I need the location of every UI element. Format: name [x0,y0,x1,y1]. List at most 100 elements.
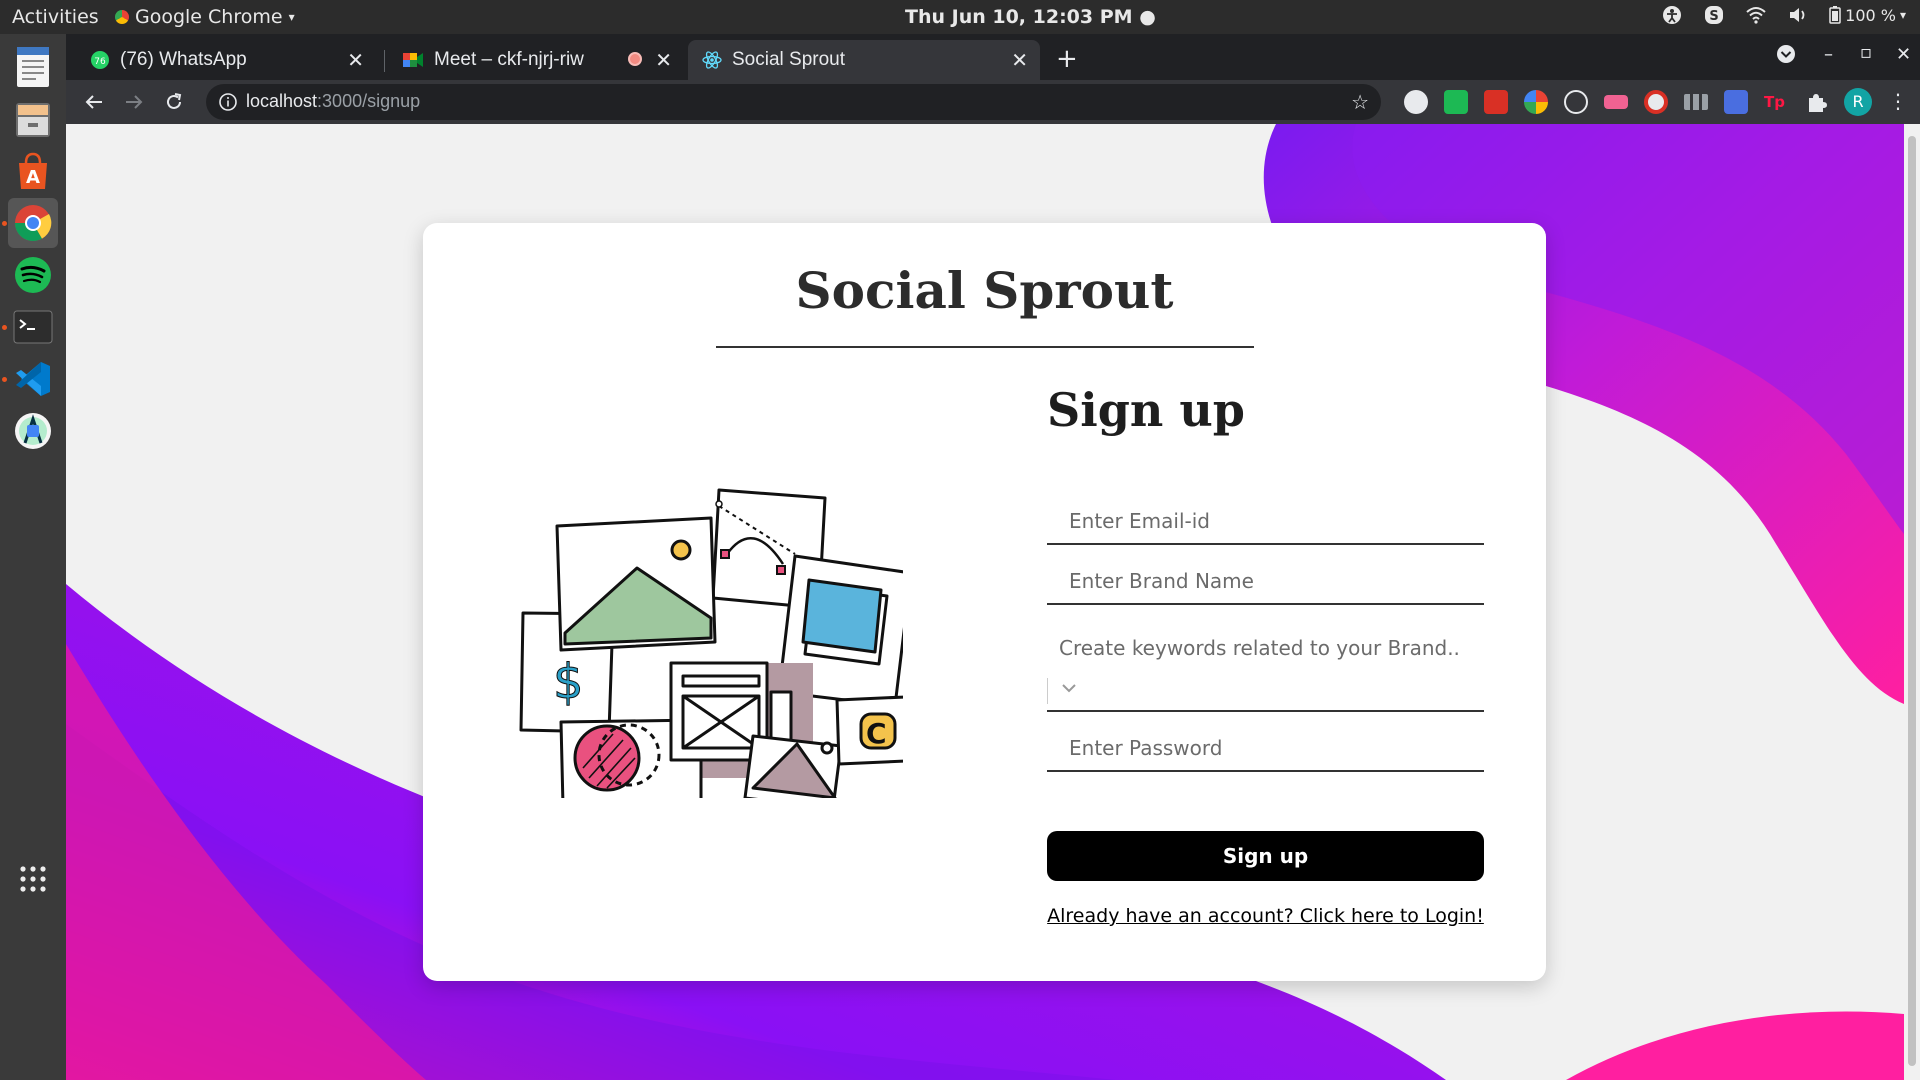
svg-text:76: 76 [94,57,106,67]
page-viewport: Social Sprout $ C Sign up Enter Email-id… [66,124,1904,1080]
reload-icon [167,93,182,109]
svg-text:$: $ [553,654,584,710]
close-window-button[interactable]: ✕ [1896,44,1911,65]
page-scrollbar[interactable] [1904,124,1920,1080]
file-cabinet-icon [16,103,50,137]
shopping-bag-icon: A [19,152,47,189]
vscode-launcher[interactable] [8,354,58,404]
color-picker-icon[interactable] [1524,90,1548,114]
battery-icon [1829,6,1841,24]
caret-down-icon: ▾ [1899,8,1906,22]
google-meet-icon [403,53,423,67]
url-text: localhost:3000/signup [246,91,420,112]
title-divider [716,346,1254,348]
tab-title: (76) WhatsApp [120,49,247,70]
whatsapp-icon: 76 [91,51,109,69]
text-editor-launcher[interactable] [8,42,58,92]
address-bar[interactable]: localhost:3000/signup ☆ [206,84,1381,120]
gallery-extension-icon[interactable] [1484,90,1508,114]
tab-search-button[interactable] [1776,44,1796,69]
tab-separator [384,50,385,72]
activities-button[interactable]: Activities [12,6,99,28]
close-icon[interactable]: ✕ [1011,48,1028,73]
tab-title: Social Sprout [732,49,846,70]
app-menu[interactable]: Google Chrome ▾ [115,6,295,28]
recording-icon [628,52,642,66]
signup-card: Social Sprout $ C Sign up Enter Email-id… [423,223,1546,981]
clock[interactable]: Thu Jun 10, 12:03 PM ● [905,6,1156,28]
caret-down-icon: ▾ [288,10,295,24]
system-tray[interactable]: S 100 % ▾ [1661,4,1906,26]
app-menu-label: Google Chrome [135,6,283,28]
reload-button[interactable] [160,88,188,116]
scrollbar-thumb[interactable] [1908,136,1916,1066]
chrome-icon [14,205,52,242]
puzzle-icon[interactable] [1804,90,1828,114]
arrow-right-icon [126,95,143,109]
password-field[interactable] [1047,726,1484,772]
browser-toolbar: localhost:3000/signup ☆ Tp R ⋮ [66,80,1920,125]
tab-social-sprout[interactable]: Social Sprout ✕ [688,40,1040,80]
android-studio-icon [15,413,51,449]
battery-indicator[interactable]: 100 % ▾ [1829,6,1906,25]
select-separator [1047,678,1048,704]
spotify-launcher[interactable] [8,250,58,300]
software-center-launcher[interactable]: A [8,146,58,196]
camera-extension-icon[interactable] [1604,95,1628,109]
chrome-launcher[interactable] [8,198,58,248]
running-indicator [2,221,7,226]
extension-circle-icon[interactable] [1404,90,1428,114]
social-media-collage-illustration: $ C [519,488,903,798]
signup-button[interactable]: Sign up [1047,831,1484,881]
spotify-icon [15,257,51,293]
close-icon[interactable]: ✕ [347,48,364,73]
tab-title: Meet – ckf-njrj-riw [434,49,584,70]
react-icon [702,51,722,69]
target-icon[interactable] [1564,90,1588,114]
maximize-button[interactable]: ▫ [1860,42,1872,63]
info-icon[interactable] [218,92,238,112]
accessibility-icon[interactable] [1661,4,1683,26]
brand-name-field[interactable] [1047,559,1484,605]
email-field[interactable] [1047,499,1484,545]
keywords-select[interactable] [1047,670,1484,712]
chart-extension-icon[interactable] [1684,94,1708,110]
keywords-label: Create keywords related to your Brand.. [1059,636,1460,660]
vscode-icon [16,362,50,396]
profile-avatar[interactable]: R [1844,88,1872,116]
tab-strip: 76 (76) WhatsApp ✕ Meet – ckf-njrj-riw ✕… [66,34,1920,80]
clock-text: Thu Jun 10, 12:03 PM [905,6,1133,28]
more-menu-icon[interactable]: ⋮ [1886,90,1910,114]
svg-text:A: A [26,167,40,188]
screenshot-extension-icon[interactable] [1724,90,1748,114]
url-path: :3000/signup [317,91,421,111]
tab-whatsapp[interactable]: 76 (76) WhatsApp ✕ [76,40,376,80]
files-launcher[interactable] [8,94,58,144]
new-tab-button[interactable]: + [1056,46,1078,72]
terminal-icon [13,310,53,344]
login-link[interactable]: Already have an account? Click here to L… [1047,905,1484,927]
tp-extension-icon[interactable]: Tp [1764,90,1788,114]
back-button[interactable] [80,88,108,116]
running-indicator [2,377,7,382]
signup-heading: Sign up [1047,383,1245,437]
tab-meet[interactable]: Meet – ckf-njrj-riw ✕ [388,40,684,80]
minimize-button[interactable]: – [1824,44,1833,65]
bookmark-star-icon[interactable]: ☆ [1351,90,1369,114]
close-icon[interactable]: ✕ [655,48,672,73]
show-apps-button[interactable] [8,854,58,904]
skype-icon[interactable]: S [1703,4,1725,26]
notification-dot-icon: ● [1139,6,1156,28]
dock: A [0,34,66,1080]
chevron-down-icon[interactable] [1061,682,1077,694]
chrome-icon [115,10,129,24]
shield-icon[interactable] [1444,90,1468,114]
android-studio-launcher[interactable] [8,406,58,456]
svg-text:C: C [866,717,887,750]
url-host: localhost [246,91,318,111]
volume-icon[interactable] [1787,4,1809,26]
record-extension-icon[interactable] [1644,90,1668,114]
terminal-launcher[interactable] [8,302,58,352]
forward-button[interactable] [120,88,148,116]
wifi-icon[interactable] [1745,4,1767,26]
